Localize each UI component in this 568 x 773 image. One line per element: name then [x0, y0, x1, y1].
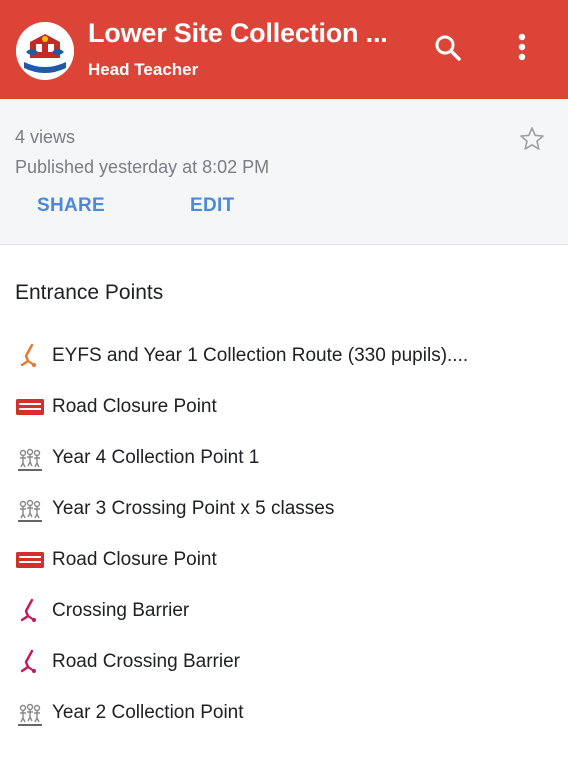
- road-closed-sign-icon: [16, 392, 46, 422]
- layer-title: Entrance Points: [15, 281, 164, 304]
- route-line-icon: [16, 341, 46, 371]
- route-line-icon: [16, 596, 46, 626]
- app-header: Lower Site Collection ... Head Teacher: [0, 0, 568, 99]
- map-author: Head Teacher: [88, 60, 199, 79]
- list-item[interactable]: Year 2 Collection Point: [0, 687, 568, 738]
- list-item-label: Road Crossing Barrier: [52, 650, 240, 672]
- list-item[interactable]: Crossing Barrier: [0, 585, 568, 636]
- map-info-panel: 4 views Published yesterday at 8:02 PM S…: [0, 99, 568, 245]
- road-closed-sign-icon: [16, 545, 46, 575]
- list-item[interactable]: EYFS and Year 1 Collection Route (330 pu…: [0, 330, 568, 381]
- list-item[interactable]: Road Crossing Barrier: [0, 636, 568, 687]
- children-group-icon: [16, 494, 46, 524]
- published-date: Published yesterday at 8:02 PM: [15, 157, 270, 177]
- list-item-label: EYFS and Year 1 Collection Route (330 pu…: [52, 344, 469, 366]
- list-item[interactable]: Year 3 Crossing Point x 5 classes: [0, 483, 568, 534]
- school-crest-icon: [16, 22, 74, 80]
- list-item[interactable]: Year 4 Collection Point 1: [0, 432, 568, 483]
- more-vert-icon[interactable]: [508, 30, 536, 66]
- list-item-label: Year 4 Collection Point 1: [52, 446, 260, 468]
- list-item-label: Year 3 Crossing Point x 5 classes: [52, 497, 335, 519]
- share-button[interactable]: SHARE: [37, 195, 105, 217]
- list-item-label: Road Closure Point: [52, 548, 217, 570]
- list-item-label: Crossing Barrier: [52, 599, 190, 621]
- edit-button[interactable]: EDIT: [190, 195, 234, 217]
- features-list: EYFS and Year 1 Collection Route (330 pu…: [0, 330, 568, 738]
- children-group-icon: [16, 698, 46, 728]
- map-title: Lower Site Collection ...: [88, 18, 388, 48]
- list-item[interactable]: Road Closure Point: [0, 381, 568, 432]
- star-outline-icon[interactable]: [518, 125, 546, 153]
- view-count: 4 views: [15, 127, 76, 147]
- list-item-label: Year 2 Collection Point: [52, 701, 244, 723]
- children-group-icon: [16, 443, 46, 473]
- list-item-label: Road Closure Point: [52, 395, 217, 417]
- search-icon[interactable]: [432, 32, 464, 64]
- route-line-icon: [16, 647, 46, 677]
- list-item[interactable]: Road Closure Point: [0, 534, 568, 585]
